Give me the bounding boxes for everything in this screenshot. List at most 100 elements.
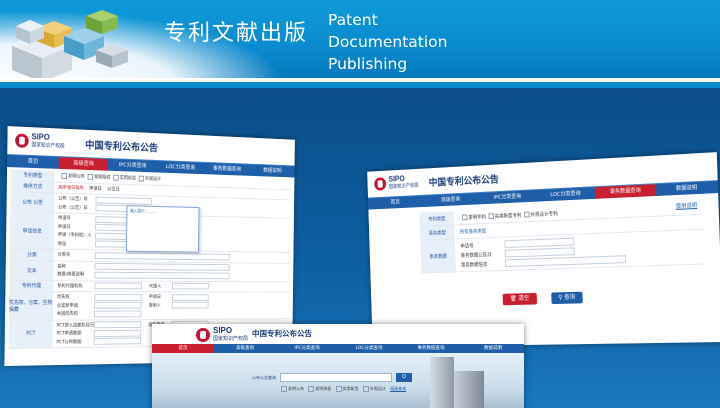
checkbox[interactable] [335, 386, 342, 392]
check-label: 外观设计专利 [530, 210, 558, 218]
logo-cn: 国家知识产权局 [31, 142, 65, 150]
field-label: 公布（公告）日 [58, 205, 88, 211]
logo-cn: 国家知识产权局 [388, 182, 419, 191]
field-label: 代理人 [148, 284, 162, 290]
text-input[interactable] [93, 321, 142, 329]
building-image [454, 371, 484, 408]
row-label: 专利类型 [10, 169, 55, 182]
header-title-en-line: Patent [328, 11, 378, 29]
sipo-logo: SIPO 国家知识产权局 [196, 327, 248, 343]
text-input[interactable] [95, 196, 152, 205]
trash-icon: 🗑 [509, 295, 517, 303]
clear-button[interactable]: 🗑 清空 [502, 292, 537, 306]
nav-loc[interactable]: LOC分类查询 [157, 161, 204, 174]
sipo-logo: SIPO 国家知识产权局 [15, 132, 65, 150]
checkbox[interactable] [61, 173, 68, 180]
form-row: 专利代理 专利代理机构 代理人 [9, 280, 290, 293]
checkbox[interactable] [281, 386, 287, 392]
row-label: 公布 公告 [10, 192, 55, 213]
text-input[interactable] [94, 310, 142, 318]
text-input[interactable] [94, 302, 142, 309]
search-button-label: 查询 [564, 293, 576, 301]
checkbox[interactable] [308, 386, 315, 392]
row-label: 排序方式 [10, 180, 55, 193]
nav-ipc[interactable]: IPC分类查询 [276, 344, 338, 353]
row-label: 文本 [9, 260, 54, 280]
checkbox[interactable] [524, 211, 530, 218]
header-title-en: Patent Documentation Publishing [328, 9, 448, 75]
checkbox[interactable] [362, 386, 369, 392]
nav-affairs[interactable]: 事务数据查询 [204, 163, 250, 176]
field-label: 专利代理机构 [57, 283, 83, 289]
affair-info-input[interactable] [505, 255, 627, 268]
form-row: 优先权、分案、生物保藏 优先权 申请日 分案原申请 发明人 本国优先权 [8, 292, 290, 321]
field-label: PCT申请数据 [56, 331, 82, 337]
checkbox[interactable] [138, 175, 145, 182]
text-input[interactable] [94, 282, 142, 290]
check-label: 发明专利 [468, 214, 486, 221]
quick-search: 公布公告查询 Q [252, 373, 412, 382]
affair-type-select[interactable]: 所有事务类型 [460, 227, 487, 235]
field-label: 地址 [57, 241, 67, 247]
nav-ipc[interactable]: IPC分类查询 [108, 159, 157, 172]
field-label: 优先权 [56, 295, 70, 301]
site-header: SIPO 国家知识产权局 中国专利公布公告 [152, 324, 524, 344]
help-link[interactable]: 使用说明 [676, 201, 697, 210]
check-label: 外观设计 [144, 177, 162, 183]
nav-data-notes[interactable]: 数据说明 [462, 344, 524, 353]
text-input[interactable] [94, 271, 230, 280]
field-label: 申请号 [57, 216, 71, 222]
text-input[interactable] [172, 282, 209, 290]
sort-option[interactable]: 申请日 [89, 185, 102, 191]
site-title: 中国专利公布公告 [428, 174, 500, 189]
text-input[interactable] [93, 337, 142, 346]
search-button[interactable]: ⚲ 查询 [550, 291, 583, 305]
checkbox[interactable] [87, 174, 94, 181]
text-input[interactable] [94, 263, 230, 272]
row-label: PCT [8, 320, 53, 348]
site-title: 中国专利公布公告 [252, 329, 312, 338]
sort-select[interactable]: 按申请日排序 [58, 184, 83, 191]
field-label: 发明人 [148, 303, 161, 309]
check-label: 发明公布 [67, 174, 85, 180]
nav-data-notes[interactable]: 数据说明 [250, 165, 295, 178]
field-label: 事务数据信息 [460, 261, 488, 269]
nav-advanced-search[interactable]: 高级查询 [214, 344, 276, 353]
header-title-en-line: Publishing [328, 55, 408, 73]
nav-home[interactable]: 首页 [152, 344, 214, 353]
form-row: 文本 名称 摘要/简要说明 [9, 260, 291, 282]
nav-loc[interactable]: LOC分类查询 [338, 344, 400, 353]
field-label: 本国优先权 [56, 311, 78, 317]
field-label: 申请号 [460, 242, 474, 250]
nav-home[interactable]: 首页 [7, 155, 58, 169]
logo-cn: 国家知识产权局 [213, 336, 249, 342]
sort-option[interactable]: 公告日 [107, 186, 119, 192]
quick-search-input[interactable] [280, 373, 392, 382]
cubes-logo-icon [12, 10, 128, 78]
header-title-en-line: Documentation [328, 33, 448, 51]
nav-affairs[interactable]: 事务数据查询 [400, 344, 462, 353]
sipo-logo-icon [15, 133, 29, 148]
sipo-logo-icon [196, 328, 210, 342]
check-label: 实用新型 [119, 176, 137, 182]
row-label: 分类 [9, 249, 54, 261]
text-input[interactable] [171, 293, 209, 301]
field-label: 事务数据公告日 [460, 251, 492, 259]
sipo-logo: SIPO 国家知识产权局 [374, 174, 419, 191]
quick-search-button[interactable]: Q [396, 373, 412, 382]
checkbox[interactable] [488, 213, 494, 220]
field-label: 摘要/简要说明 [57, 272, 84, 278]
quick-search-label: 公布公告查询 [252, 374, 276, 380]
field-label: 申请日 [148, 295, 161, 301]
text-input[interactable] [94, 251, 230, 261]
checkbox[interactable] [113, 175, 119, 182]
checkbox[interactable] [461, 214, 468, 221]
check-label: 发明授权 [93, 175, 111, 181]
field-label: PCT进入国家阶段日 [56, 323, 95, 329]
text-input[interactable] [93, 329, 142, 337]
nav-advanced-search[interactable]: 高级查询 [58, 157, 109, 171]
field-label: 分案原申请 [56, 303, 78, 309]
text-input[interactable] [94, 293, 142, 301]
text-input[interactable] [171, 302, 209, 309]
advanced-search-link[interactable]: 高级查询 [390, 386, 406, 391]
